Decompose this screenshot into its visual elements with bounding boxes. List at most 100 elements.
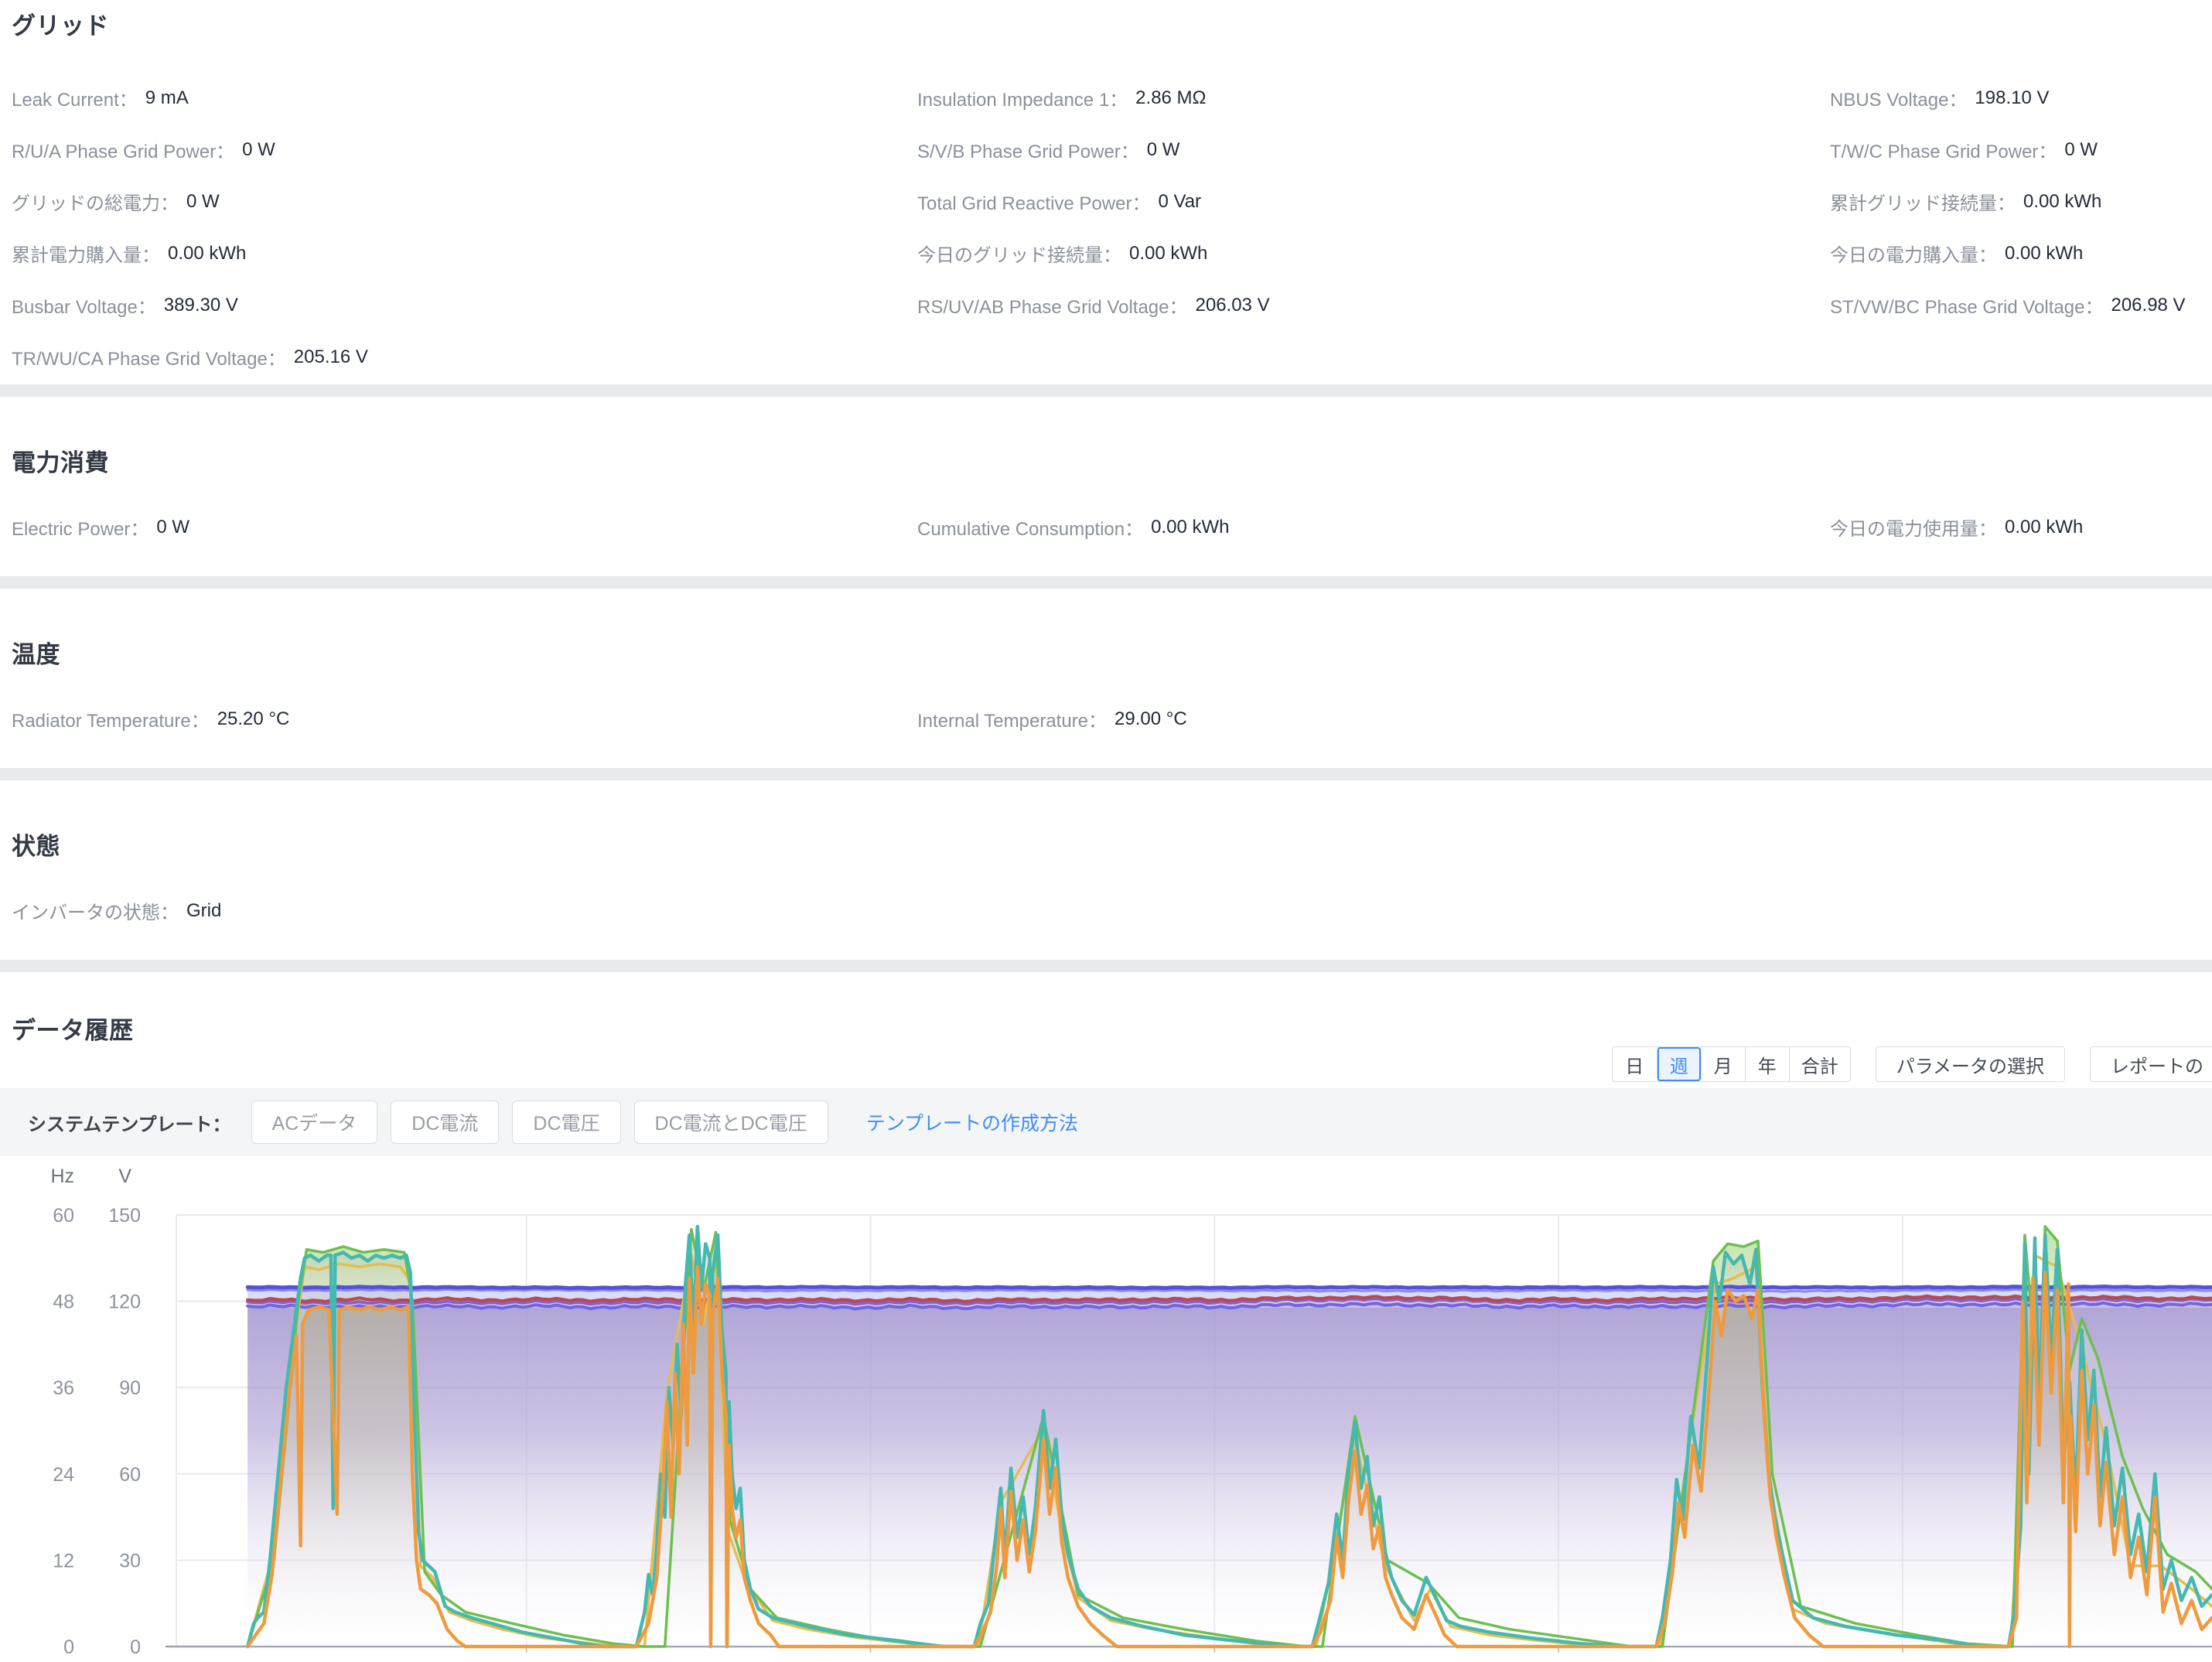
field-label: T/W/C Phase Grid Power： — [1830, 142, 2057, 162]
field-row: Internal Temperature： 29.00 °C — [917, 693, 1830, 745]
field-label: グリッドの総電力： — [12, 193, 179, 214]
section-title-temperature: 温度 — [12, 641, 60, 668]
field-label: ST/VW/BC Phase Grid Voltage： — [1830, 297, 2104, 318]
template-button-dc-voltage[interactable]: DC電圧 — [512, 1101, 621, 1144]
field-label: Electric Power： — [12, 519, 149, 540]
field-value: 2.86 MΩ — [1135, 87, 1207, 108]
field-value: 206.03 V — [1195, 294, 1270, 316]
grid-fields: Leak Current： 9 mA R/U/A Phase Grid Power：… — [12, 72, 2212, 383]
field-value: 0 W — [156, 516, 190, 538]
svg-text:90: 90 — [119, 1377, 141, 1399]
period-tab-year[interactable]: 年 — [1744, 1047, 1789, 1081]
field-row: TR/WU/CA Phase Grid Voltage： 205.16 V — [12, 331, 917, 383]
field-row: T/W/C Phase Grid Power： 0 W — [1830, 124, 2212, 176]
field-value: 206.98 V — [2111, 294, 2186, 316]
svg-text:120: 120 — [108, 1292, 141, 1313]
svg-text:0: 0 — [63, 1636, 74, 1658]
field-value: 0.00 kWh — [2005, 516, 2084, 538]
temperature-fields: Radiator Temperature： 25.20 °C Internal T… — [12, 693, 2212, 745]
svg-text:60: 60 — [53, 1205, 74, 1227]
field-label: TR/WU/CA Phase Grid Voltage： — [12, 349, 286, 370]
field-value: 29.00 °C — [1115, 708, 1187, 729]
svg-text:0: 0 — [130, 1636, 141, 1658]
svg-text:150: 150 — [108, 1205, 141, 1227]
series-line-frequency — [245, 1285, 2212, 1291]
field-value: 0.00 kWh — [2005, 242, 2084, 264]
template-button-dc-current[interactable]: DC電流 — [391, 1101, 500, 1144]
field-row: Cumulative Consumption： 0.00 kWh — [917, 501, 1830, 553]
field-value: 0 Var — [1158, 190, 1202, 212]
field-value: 0 W — [1146, 138, 1180, 160]
field-row: 累計グリッド接続量： 0.00 kWh — [1830, 176, 2212, 227]
status-fields: インバータの状態： Grid — [12, 885, 2212, 937]
template-button-ac-data[interactable]: ACデータ — [251, 1101, 378, 1144]
field-label: R/U/A Phase Grid Power： — [12, 142, 235, 162]
field-row: Busbar Voltage： 389.30 V — [12, 279, 917, 331]
field-row: 今日のグリッド接続量： 0.00 kWh — [917, 227, 1830, 279]
power-consumption-fields: Electric Power： 0 W Cumulative Consumptio… — [12, 501, 2212, 553]
history-controls: 日週月年合計 パラメータの選択 レポートの — [1611, 1046, 2212, 1082]
field-label: 累計電力購入量： — [12, 245, 160, 266]
section-temperature: 温度 Radiator Temperature： 25.20 °C Interna… — [0, 589, 2212, 768]
field-label: S/V/B Phase Grid Power： — [917, 142, 1139, 162]
section-title-grid: グリッド — [12, 12, 109, 39]
system-template-label: システムテンプレート： — [28, 1114, 231, 1135]
field-row: Insulation Impedance 1： 2.86 MΩ — [917, 72, 1830, 124]
section-data-history: データ履歴 日週月年合計 パラメータの選択 レポートの — [0, 972, 2212, 1088]
export-report-button[interactable]: レポートの — [2090, 1046, 2212, 1082]
field-row: NBUS Voltage： 198.10 V — [1830, 72, 2212, 124]
svg-text:60: 60 — [119, 1464, 141, 1486]
field-value: 9 mA — [145, 87, 189, 108]
field-row: R/U/A Phase Grid Power： 0 W — [12, 124, 917, 176]
field-value: 0.00 kWh — [168, 242, 247, 264]
area-grid-voltage-tr — [247, 1302, 2212, 1647]
template-button-group: ACデータ DC電流 DC電圧 DC電流とDC電圧 — [251, 1101, 841, 1144]
template-button-dc-current-and-voltage[interactable]: DC電流とDC電圧 — [633, 1101, 828, 1144]
field-value: 0.00 kWh — [1129, 242, 1208, 264]
field-row: RS/UV/AB Phase Grid Voltage： 206.03 V — [917, 279, 1830, 331]
field-row: S/V/B Phase Grid Power： 0 W — [917, 124, 1830, 176]
template-howto-link[interactable]: テンプレートの作成方法 — [866, 1108, 1078, 1136]
inverter-device-data-page: グリッド Leak Current： 9 mA R/U/A Phase Grid P… — [0, 0, 2212, 1662]
svg-text:Hz: Hz — [50, 1165, 74, 1187]
section-separator — [0, 576, 2212, 589]
field-row: グリッドの総電力： 0 W — [12, 176, 917, 227]
period-tab-group: 日週月年合計 — [1611, 1046, 1851, 1082]
period-tab-total[interactable]: 合計 — [1788, 1047, 1850, 1081]
data-history-header: データ履歴 日週月年合計 パラメータの選択 レポートの — [12, 1011, 2212, 1088]
field-row: Leak Current： 9 mA — [12, 72, 917, 124]
history-chart-plot[interactable]: Hz V 60 150 48 120 36 90 24 60 12 30 0 0 — [0, 1156, 2212, 1662]
field-label: 累計グリッド接続量： — [1830, 193, 2016, 214]
field-value: 0 W — [2064, 138, 2098, 160]
field-label: 今日のグリッド接続量： — [917, 245, 1121, 266]
field-label: Total Grid Reactive Power： — [917, 193, 1151, 214]
field-value: 389.30 V — [163, 294, 238, 316]
svg-text:V: V — [118, 1165, 131, 1187]
period-tab-month[interactable]: 月 — [1700, 1047, 1745, 1081]
section-separator — [0, 960, 2212, 972]
field-label: Radiator Temperature： — [12, 711, 210, 732]
period-tab-day[interactable]: 日 — [1612, 1047, 1657, 1081]
field-label: Cumulative Consumption： — [917, 519, 1144, 540]
section-power-consumption: 電力消費 Electric Power： 0 W Cumulative Consu… — [0, 397, 2212, 576]
field-value: 0.00 kWh — [2023, 190, 2102, 212]
svg-text:36: 36 — [53, 1377, 74, 1399]
system-template-bar: システムテンプレート： ACデータ DC電流 DC電圧 DC電流とDC電圧 テンプレー… — [0, 1088, 2212, 1156]
field-value: 0 W — [242, 138, 275, 160]
period-tab-week[interactable]: 週 — [1656, 1047, 1701, 1081]
select-parameters-button[interactable]: パラメータの選択 — [1875, 1046, 2065, 1082]
field-value: Grid — [186, 899, 222, 921]
field-label: 今日の電力使用量： — [1830, 519, 1997, 540]
field-value: 0.00 kWh — [1151, 516, 1230, 538]
section-status: 状態 インバータの状態： Grid — [0, 780, 2212, 960]
section-title-power-consumption: 電力消費 — [12, 449, 109, 476]
field-label: Insulation Impedance 1： — [917, 90, 1128, 111]
field-row: ST/VW/BC Phase Grid Voltage： 206.98 V — [1830, 279, 2212, 331]
field-row: Total Grid Reactive Power： 0 Var — [917, 176, 1830, 227]
field-row: Electric Power： 0 W — [12, 501, 917, 553]
section-title-status: 状態 — [12, 833, 60, 860]
field-value: 0 W — [186, 190, 220, 212]
field-row: 今日の電力使用量： 0.00 kWh — [1830, 501, 2212, 553]
chart-y-axis-ticks: Hz V 60 150 48 120 36 90 24 60 12 30 0 0 — [50, 1165, 141, 1658]
section-separator — [0, 768, 2212, 780]
